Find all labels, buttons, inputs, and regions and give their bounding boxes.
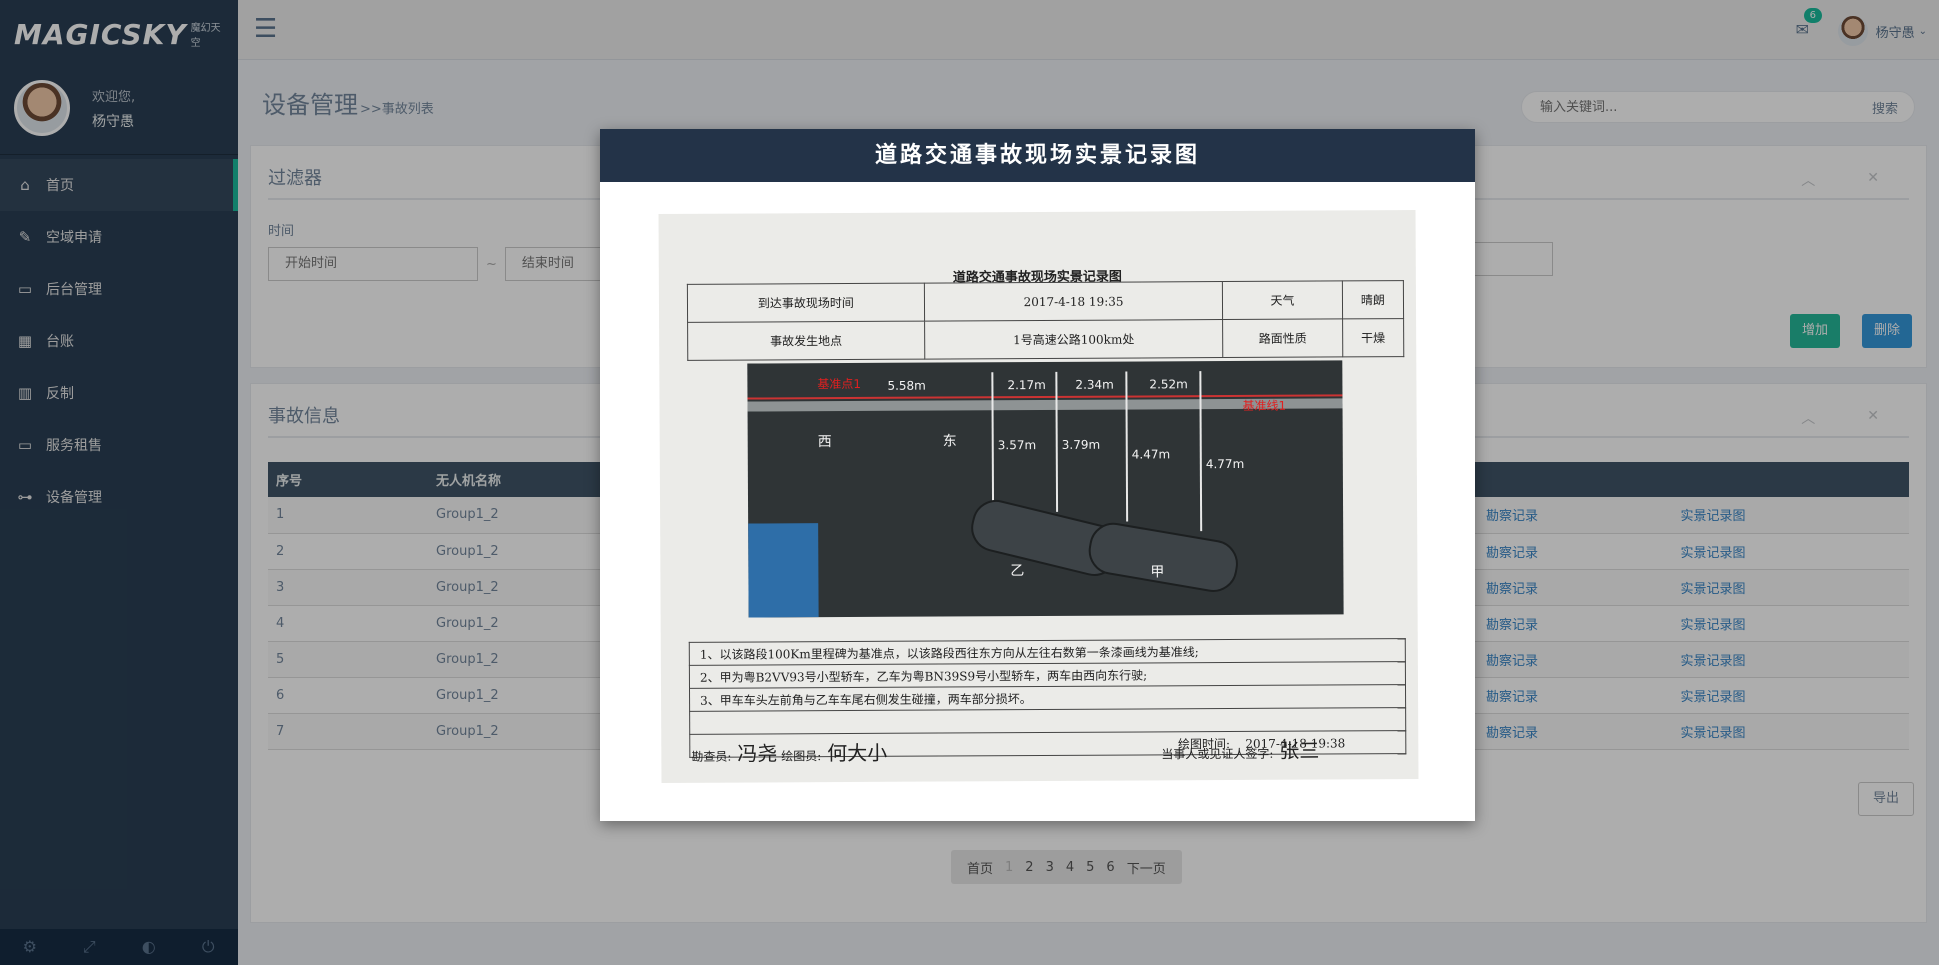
west-label: 西 (817, 434, 832, 451)
car-b-label: 乙 (1010, 563, 1025, 580)
dimension-label: 2.52m (1149, 377, 1188, 392)
reference-line-label: 基准线1 (1242, 398, 1287, 413)
drawer-name: 何大小 (827, 740, 888, 766)
surveyor-label: 勘查员: (691, 749, 732, 764)
modal-title: 道路交通事故现场实景记录图 (600, 129, 1475, 182)
dimension-label: 3.79m (1061, 437, 1101, 452)
weather-value: 晴朗 (1342, 280, 1404, 319)
dimension-line (1055, 371, 1059, 512)
dimension-label: 2.17m (1007, 377, 1046, 393)
scene-record-modal: 道路交通事故现场实景记录图 道路交通事故现场实景记录图 到达事故现场时间 201… (600, 129, 1475, 821)
dimension-label: 2.34m (1075, 377, 1114, 392)
dimension-label: 4.77m (1205, 456, 1245, 472)
scene-record-photo: 道路交通事故现场实景记录图 到达事故现场时间 2017-4-18 19:35 天… (658, 210, 1419, 783)
surveyor-name: 冯尧 (737, 741, 778, 766)
arrive-label: 到达事故现场时间 (687, 283, 925, 323)
surveyor-signature: 勘查员: 冯尧 绘图员: 何大小 (691, 737, 887, 767)
location-label: 事故发生地点 (687, 321, 925, 361)
witness-name: 张三 (1279, 738, 1320, 763)
road-value: 干燥 (1342, 318, 1404, 357)
weather-label: 天气 (1222, 280, 1343, 320)
witness-label: 当事人或见证人签字: (1161, 746, 1274, 762)
witness-signature: 当事人或见证人签字: 张三 (1161, 735, 1319, 765)
dimension-label: 4.47m (1131, 447, 1171, 462)
drawer-label: 绘图员: (781, 749, 822, 764)
car-a-label: 甲 (1150, 564, 1165, 581)
arrive-value: 2017-4-18 19:35 (924, 281, 1223, 322)
road-label: 路面性质 (1222, 318, 1343, 358)
record-info-table: 到达事故现场时间 2017-4-18 19:35 天气 晴朗 事故发生地点 1号… (687, 280, 1404, 361)
dimension-line (991, 372, 995, 503)
dimension-label: 5.58m (887, 378, 926, 393)
dimension-label: 3.57m (997, 438, 1037, 453)
east-label: 东 (942, 433, 957, 450)
car-a (1085, 519, 1242, 596)
dimension-line (1125, 371, 1129, 522)
location-value: 1号高速公路100km处 (924, 319, 1223, 360)
accident-diagram: 基准点1 基准线1 5.58m 2.17m 2.34m 2.52m 西 东 3.… (747, 360, 1344, 618)
reference-point-label: 基准点1 (817, 376, 862, 392)
blue-marking (748, 523, 819, 618)
